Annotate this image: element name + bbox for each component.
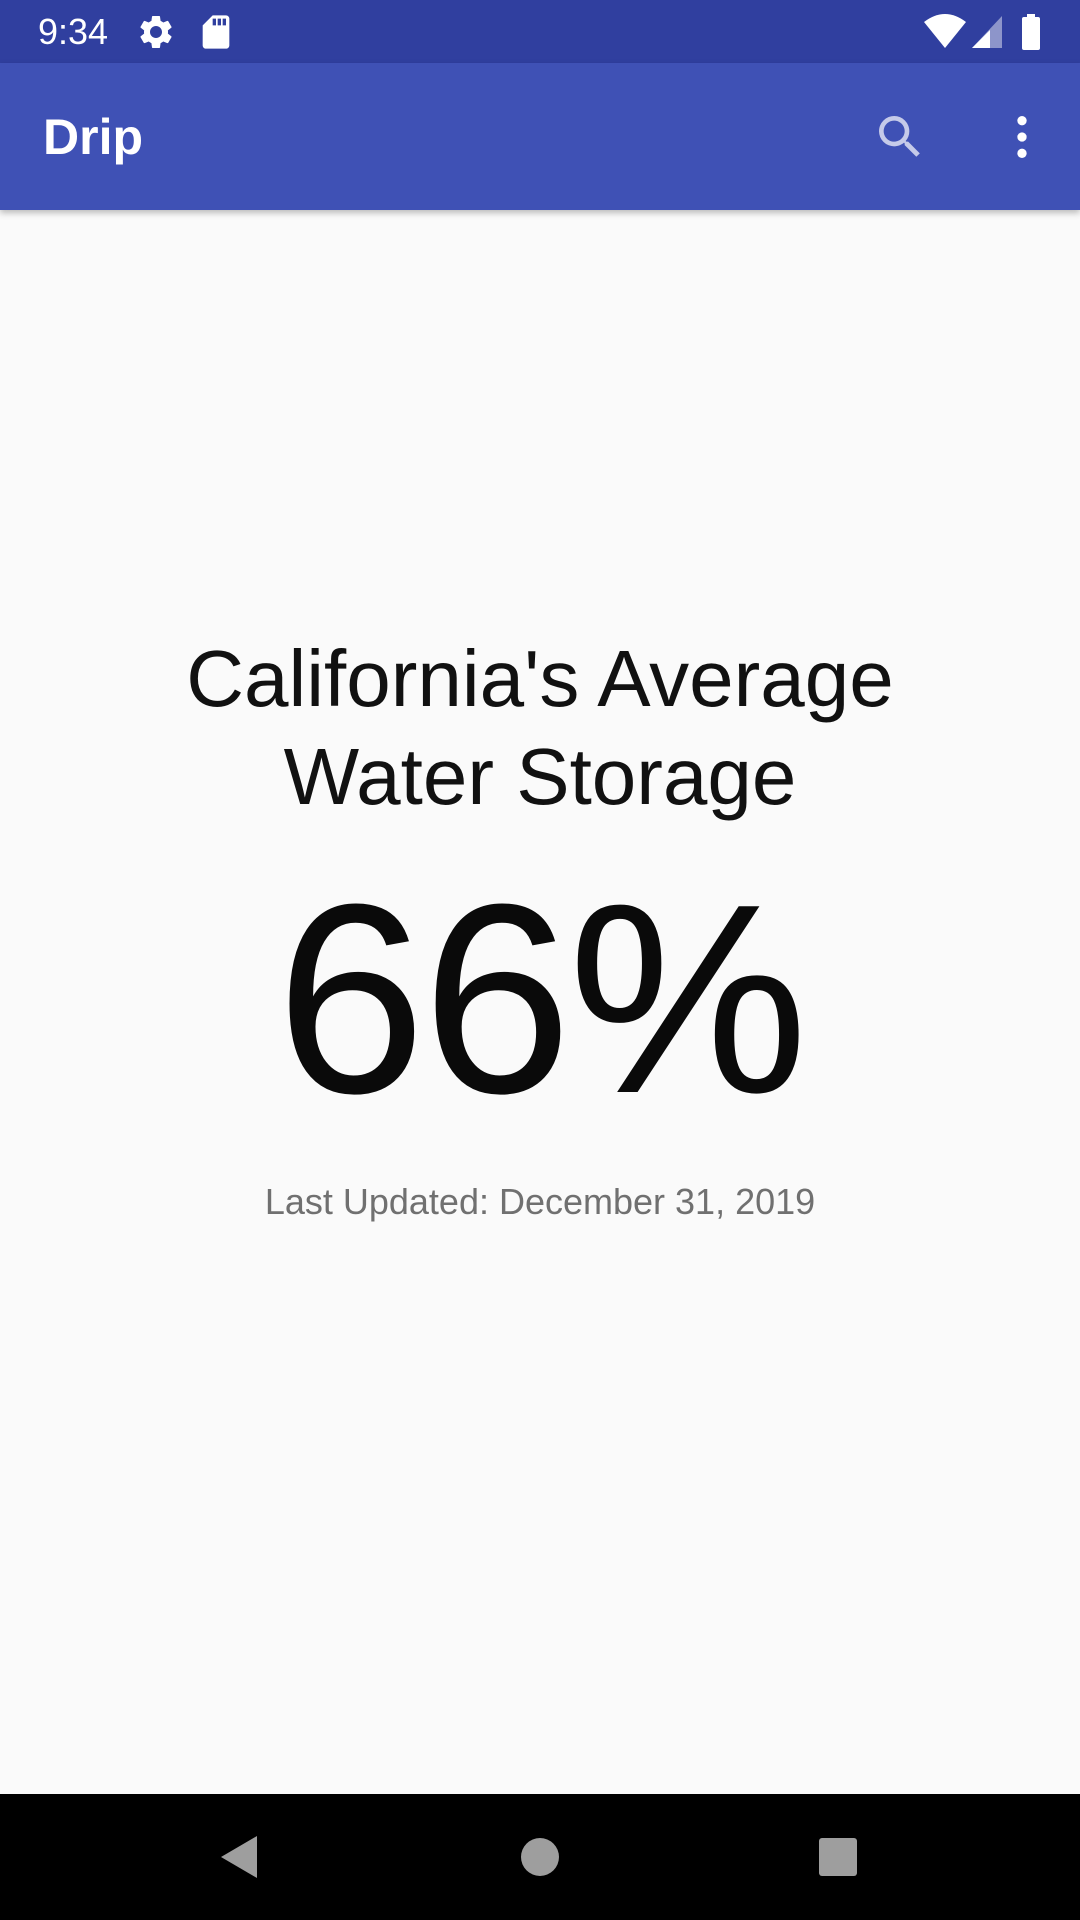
storage-percentage: 66% [275, 849, 808, 1150]
headline: California's Average Water Storage [186, 634, 894, 821]
screen: 9:34 Drip California's Average Water Sto… [0, 0, 1080, 1920]
status-bar: 9:34 [0, 0, 1080, 63]
last-updated: Last Updated: December 31, 2019 [264, 1181, 816, 1222]
back-icon[interactable] [208, 1825, 272, 1889]
search-icon[interactable] [862, 99, 938, 175]
status-time: 9:34 [38, 11, 109, 52]
battery-icon [1020, 12, 1042, 52]
signal-icon [970, 12, 1010, 52]
app-title: Drip [43, 109, 143, 165]
main-content: California's Average Water Storage 66% L… [0, 210, 1080, 1794]
nav-bar [0, 1794, 1080, 1920]
home-icon[interactable] [508, 1825, 572, 1889]
more-vert-icon[interactable] [984, 99, 1060, 175]
wifi-icon [922, 12, 968, 52]
sd-card-icon [196, 12, 236, 52]
settings-icon [136, 12, 176, 52]
app-bar: Drip [0, 63, 1080, 210]
recents-icon[interactable] [806, 1825, 870, 1889]
